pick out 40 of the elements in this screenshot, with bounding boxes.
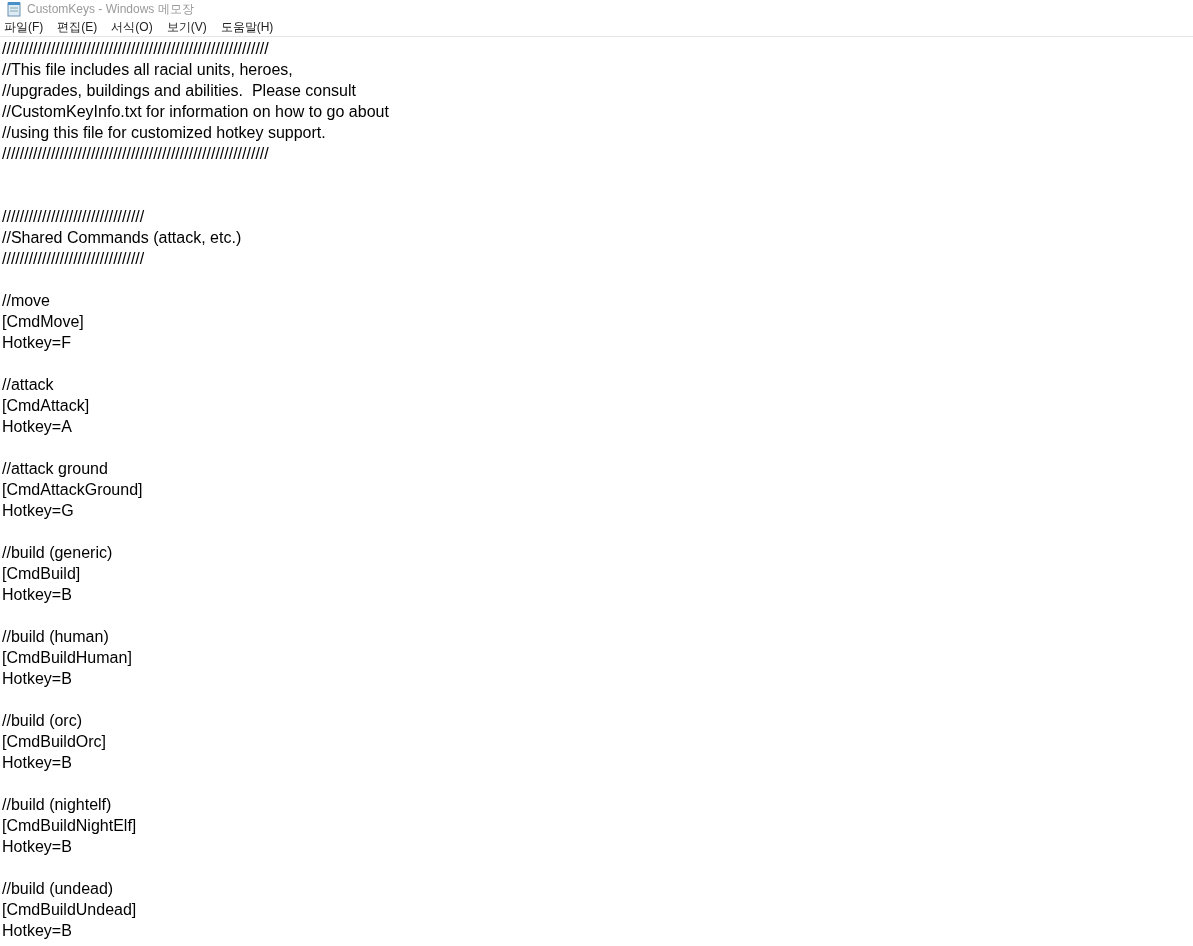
text-line: Hotkey=B: [2, 669, 72, 689]
text-line: [CmdBuildHuman]: [2, 648, 132, 668]
text-line: [CmdBuildUndead]: [2, 900, 137, 920]
text-line: //move: [2, 291, 50, 311]
text-line: //build (generic): [2, 543, 113, 563]
text-line: Hotkey=B: [2, 837, 72, 857]
text-line: //This file includes all racial units, heroes,: [2, 60, 293, 80]
text-line: //using this file for customized hotkey support.: [2, 123, 326, 143]
text-line: ////////////////////////////////////////////////////////////: [2, 39, 269, 59]
text-line: //attack ground: [2, 459, 108, 479]
text-line: Hotkey=B: [2, 585, 72, 605]
text-line: //upgrades, buildings and abilities. Please consult: [2, 81, 356, 101]
menu-item[interactable]: 서식(O): [107, 18, 157, 36]
text-line: [CmdBuildOrc]: [2, 732, 107, 752]
text-line: //build (undead): [2, 879, 114, 899]
notepad-icon: [6, 1, 22, 17]
text-line: Hotkey=F: [2, 333, 71, 353]
text-line: //build (human): [2, 627, 109, 647]
text-line: [CmdBuildNightElf]: [2, 816, 137, 836]
menu-item[interactable]: 편집(E): [53, 18, 102, 36]
text-line: [CmdAttackGround]: [2, 480, 143, 500]
text-line: //attack: [2, 375, 54, 395]
menu-item[interactable]: 도움말(H): [216, 18, 278, 36]
text-line: //build (orc): [2, 711, 83, 731]
text-line: Hotkey=B: [2, 753, 72, 773]
text-line: ////////////////////////////////: [2, 207, 145, 227]
text-line: //build (nightelf): [2, 795, 112, 815]
menu-item[interactable]: 보기(V): [162, 18, 211, 36]
text-line: //CustomKeyInfo.txt for information on how to go about: [2, 102, 389, 122]
text-line: //Shared Commands (attack, etc.): [2, 228, 242, 248]
menu-item[interactable]: 파일(F): [0, 18, 48, 36]
text-line: [CmdMove]: [2, 312, 84, 332]
text-line: ////////////////////////////////////////////////////////////: [2, 144, 269, 164]
text-line: ////////////////////////////////: [2, 249, 145, 269]
text-line: [CmdBuild]: [2, 564, 81, 584]
window-title: CustomKeys - Windows 메모장: [27, 1, 194, 18]
text-line: [CmdAttack]: [2, 396, 90, 416]
text-line: Hotkey=A: [2, 417, 72, 437]
text-line: Hotkey=B: [2, 921, 72, 941]
text-line: Hotkey=G: [2, 501, 74, 521]
